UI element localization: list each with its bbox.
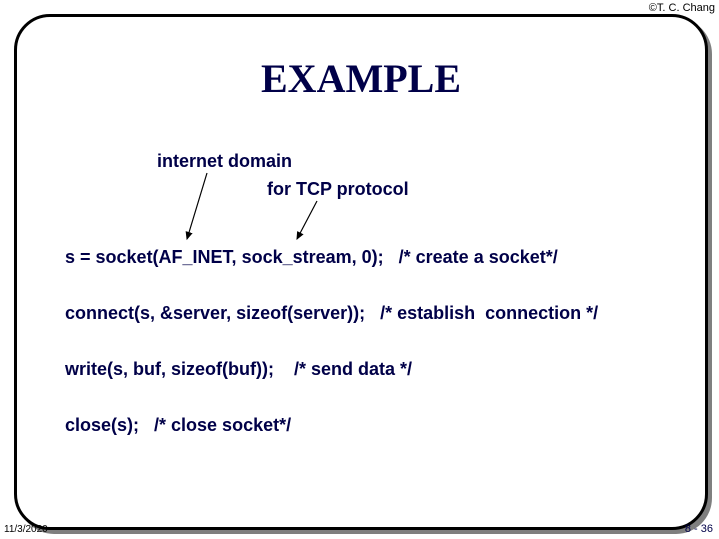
code-line-2: connect(s, &server, sizeof(server)); /* … [65, 303, 598, 324]
code-line-1: s = socket(AF_INET, sock_stream, 0); /* … [65, 247, 558, 268]
label-internet-domain: internet domain [157, 151, 292, 172]
code-line-4: close(s); /* close socket*/ [65, 415, 291, 436]
label-tcp-protocol: for TCP protocol [267, 179, 409, 200]
slide-title: EXAMPLE [17, 55, 705, 102]
code-line-3: write(s, buf, sizeof(buf)); /* send data… [65, 359, 412, 380]
footer-date: 11/3/2020 [4, 524, 48, 535]
slide: ©T. C. Chang EXAMPLE internet domain for… [0, 0, 719, 539]
copyright-text: ©T. C. Chang [649, 2, 715, 14]
slide-frame: EXAMPLE internet domain for TCP protocol… [14, 14, 708, 530]
footer-page-number: 8 - 36 [685, 523, 713, 535]
